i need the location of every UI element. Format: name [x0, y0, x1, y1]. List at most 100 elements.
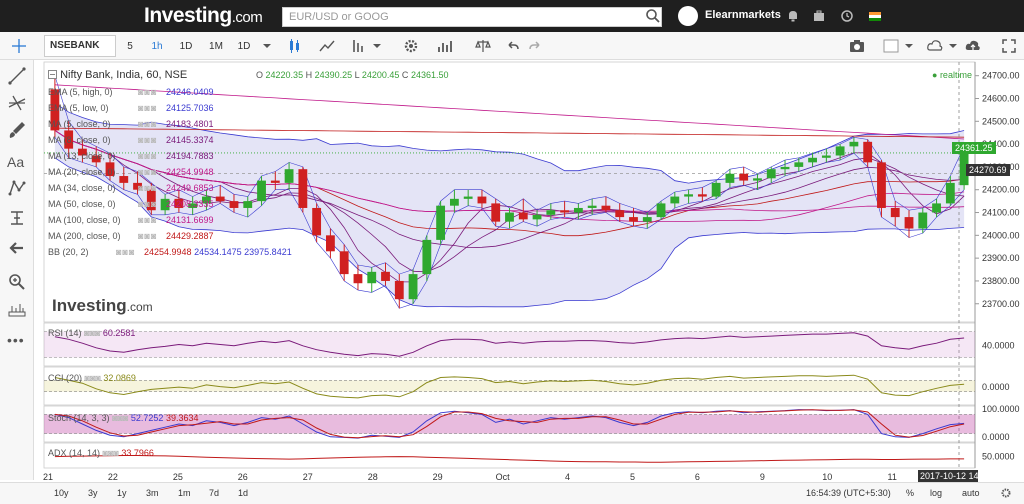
indicator-value: 24249.6853: [166, 183, 214, 193]
indicator-label: MA (5, close, 0): [48, 119, 111, 129]
high-value: 24390.25: [314, 70, 353, 80]
indicator-tick-label: 100.0000: [982, 404, 1020, 414]
candle: [890, 207, 900, 218]
candle: [849, 141, 859, 147]
indicator-value: 24246.0409: [166, 87, 214, 97]
candle: [505, 212, 514, 222]
indicator-value: 24429.2887: [166, 231, 214, 241]
candle: [877, 162, 886, 208]
indicator-label: MA (34, close, 0): [48, 183, 116, 193]
x-tick-label: 4: [565, 472, 570, 482]
indicator-label: MA (13, close, 0): [48, 151, 116, 161]
indicator-value: 24208.3335: [166, 199, 214, 209]
collapse-icon[interactable]: [48, 70, 57, 79]
candle: [684, 194, 693, 197]
bollinger-row[interactable]: BB (20, 2) ◙◙◙ 24254.9948 24534.1475 23975…: [48, 244, 292, 260]
candle: [656, 203, 666, 218]
candle: [463, 196, 473, 199]
candle: [711, 182, 721, 197]
range-3y[interactable]: 3y: [88, 488, 98, 498]
candle: [780, 166, 790, 170]
candle: [587, 205, 597, 208]
x-tick-label: 6: [695, 472, 700, 482]
x-tick-label: Oct: [496, 472, 511, 482]
indicator-label: EMA (5, low, 0): [48, 103, 109, 113]
chart-title: Nifty Bank, India, 60, NSE: [48, 69, 187, 81]
candle: [518, 212, 528, 220]
candle: [367, 271, 377, 284]
indicator-row[interactable]: MA (8, close, 0) ◙◙◙ 24145.3374: [48, 132, 292, 148]
date-tag: 2017-10-12 14:: [920, 471, 981, 481]
x-tick-label: 28: [368, 472, 378, 482]
candle: [739, 173, 749, 181]
percent-toggle[interactable]: %: [906, 488, 914, 498]
x-tick-label: 10: [822, 472, 832, 482]
indicator-row[interactable]: MA (50, close, 0) ◙◙◙ 24208.3335: [48, 196, 292, 212]
x-tick-label: 11: [888, 472, 897, 482]
indicator-tick-label: 0.0000: [982, 382, 1010, 392]
rsi-label: RSI (14) ◙◙◙ 60.2581: [48, 328, 136, 338]
stoch-label: Stoch (14, 3, 3) ◙◙◙ 52.7252 39.3634: [48, 413, 199, 423]
prev-price-tag: 24270.69: [966, 164, 1010, 176]
y-tick-label: 24100.00: [982, 208, 1020, 218]
indicator-tick-label: 0.0000: [982, 432, 1010, 442]
indicator-row[interactable]: MA (20, close, 0) ◙◙◙ 24254.9948: [48, 164, 292, 180]
candle: [670, 196, 680, 204]
candle: [532, 214, 542, 220]
symbol-title: Nifty Bank, India, 60, NSE: [60, 69, 188, 81]
last-price-tag: 24361.25: [952, 142, 996, 154]
candle: [753, 178, 762, 181]
y-tick-label: 23800.00: [982, 276, 1020, 286]
candle: [835, 146, 845, 156]
indicator-legend: EMA (5, high, 0) ◙◙◙ 24246.0409 EMA (5, low…: [48, 84, 292, 260]
indicator-value: 24183.4801: [166, 119, 214, 129]
adx-label: ADX (14, 14) ◙◙◙ 33.7966: [48, 448, 154, 458]
realtime-badge: ● realtime: [932, 70, 972, 80]
indicator-band: [44, 380, 975, 392]
indicator-label: EMA (5, high, 0): [48, 87, 113, 97]
range-1m[interactable]: 1m: [178, 488, 191, 498]
candle: [725, 173, 735, 183]
indicator-label: MA (8, close, 0): [48, 135, 111, 145]
range-3m[interactable]: 3m: [146, 488, 159, 498]
auto-toggle[interactable]: auto: [962, 488, 980, 498]
candle: [449, 198, 459, 206]
candle: [353, 274, 363, 284]
candle: [863, 141, 873, 163]
candle: [491, 203, 501, 222]
indicator-row[interactable]: MA (34, close, 0) ◙◙◙ 24249.6853: [48, 180, 292, 196]
candle: [808, 157, 817, 163]
candle: [477, 196, 487, 204]
clock-readout: 16:54:39 (UTC+5:30): [806, 488, 891, 498]
candle: [601, 205, 611, 211]
candle: [312, 207, 322, 236]
indicator-row[interactable]: MA (100, close, 0) ◙◙◙ 24131.6699: [48, 212, 292, 228]
indicator-row[interactable]: MA (5, close, 0) ◙◙◙ 24183.4801: [48, 116, 292, 132]
ohlc-readout: O 24220.35 H 24390.25 L 24200.45 C 24361…: [256, 70, 449, 80]
candle: [794, 162, 804, 167]
x-tick-label: 26: [238, 472, 248, 482]
range-10y[interactable]: 10y: [54, 488, 69, 498]
indicator-label: MA (20, close, 0): [48, 167, 116, 177]
settings-icon[interactable]: [1000, 487, 1012, 499]
range-1d[interactable]: 1d: [238, 488, 248, 498]
indicator-value: 24194.7883: [166, 151, 214, 161]
candle: [697, 194, 707, 197]
indicator-row[interactable]: EMA (5, low, 0) ◙◙◙ 24125.7036: [48, 100, 292, 116]
candle: [766, 169, 776, 179]
panel-frame: [43, 442, 976, 469]
candle: [422, 239, 432, 275]
candle: [546, 210, 556, 215]
close-value: 24361.50: [410, 70, 449, 80]
range-1y[interactable]: 1y: [117, 488, 127, 498]
low-value: 24200.45: [361, 70, 400, 80]
candle: [932, 203, 941, 213]
indicator-label: MA (50, close, 0): [48, 199, 116, 209]
range-7d[interactable]: 7d: [209, 488, 219, 498]
log-toggle[interactable]: log: [930, 488, 942, 498]
indicator-row[interactable]: EMA (5, high, 0) ◙◙◙ 24246.0409: [48, 84, 292, 100]
indicator-row[interactable]: MA (13, close, 0) ◙◙◙ 24194.7883: [48, 148, 292, 164]
indicator-row[interactable]: MA (200, close, 0) ◙◙◙ 24429.2887: [48, 228, 292, 244]
indicator-value: 24145.3374: [166, 135, 214, 145]
y-tick-label: 24600.00: [982, 93, 1020, 103]
